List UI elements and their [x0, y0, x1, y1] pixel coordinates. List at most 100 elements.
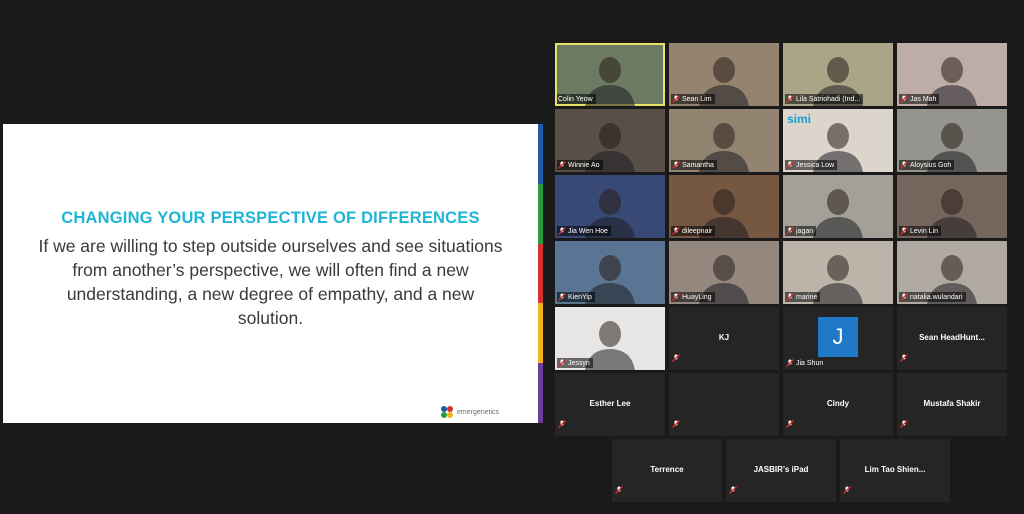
participant-tile[interactable]: Mustafa Shakir [897, 373, 1007, 436]
participant-name-tag: jagan [785, 226, 817, 236]
mic-muted-icon [558, 420, 566, 428]
muted-indicator [786, 415, 794, 433]
mic-muted-icon [558, 359, 566, 367]
mic-muted-icon [558, 227, 566, 235]
mic-muted-icon [900, 420, 908, 428]
participant-tile[interactable]: natalia.wulandari [897, 241, 1007, 304]
mic-muted-icon [672, 95, 680, 103]
mic-muted-icon [672, 161, 680, 169]
participant-tile[interactable]: marine [783, 241, 893, 304]
participant-tile[interactable]: JASBIR’s iPad [726, 439, 836, 502]
muted-indicator [843, 481, 851, 499]
participant-name: JASBIR’s iPad [753, 465, 809, 474]
participant-name-tag: HuayLing [671, 292, 715, 302]
participant-name-tag: Aloysius Goh [899, 160, 955, 170]
participant-name: Samantha [682, 161, 714, 169]
participant-name-tag: Winnie Ao [557, 160, 603, 170]
participant-tile[interactable]: dileepnair [669, 175, 779, 238]
participant-tile[interactable]: Esther Lee [555, 373, 665, 436]
participant-name-tag: Jia Wen Hoe [557, 226, 611, 236]
participant-tile[interactable]: KienYip [555, 241, 665, 304]
participant-name: Jessica Low [796, 161, 835, 169]
participant-tile[interactable]: KJ [669, 307, 779, 370]
participant-name-tag: Jia Shun [785, 358, 826, 368]
participant-name: Winnie Ao [568, 161, 600, 169]
participant-tile[interactable]: Sean HeadHunt... [897, 307, 1007, 370]
participant-name-tag: Levin Lin [899, 226, 942, 236]
participant-tile[interactable]: Lila Satriohadi (Ind... [783, 43, 893, 106]
participant-tile[interactable]: jagan [783, 175, 893, 238]
slide-heading: CHANGING YOUR PERSPECTIVE OF DIFFERENCES [61, 209, 480, 227]
mic-muted-icon [900, 95, 908, 103]
mic-muted-icon [672, 354, 680, 362]
participant-name: HuayLing [682, 293, 712, 301]
emergenetics-logo-icon [441, 406, 453, 418]
mic-muted-icon [843, 486, 851, 494]
muted-indicator [729, 481, 737, 499]
mic-muted-icon [900, 227, 908, 235]
participant-name: Jessyn [568, 359, 590, 367]
participant-tile[interactable]: Colin Yeow [555, 43, 665, 106]
participant-tile[interactable]: Jessyn [555, 307, 665, 370]
slide-color-stripe [538, 124, 543, 423]
participant-name: KienYip [568, 293, 592, 301]
participant-name: Mustafa Shakir [923, 399, 981, 408]
slide-logo: emergenetics [440, 405, 499, 419]
participant-name-tag: Colin Yeow [557, 94, 596, 104]
participant-tile[interactable]: Jia Wen Hoe [555, 175, 665, 238]
slide-stripe-segment [538, 124, 543, 184]
mic-muted-icon [672, 420, 680, 428]
muted-indicator [615, 481, 623, 499]
mic-muted-icon [672, 227, 680, 235]
participant-name-tag: KienYip [557, 292, 595, 302]
participant-tile[interactable]: Aloysius Goh [897, 109, 1007, 172]
participant-name-tag: marine [785, 292, 821, 302]
participant-tile[interactable]: Winnie Ao [555, 109, 665, 172]
participant-tile[interactable]: simi Jessica Low [783, 109, 893, 172]
slide-stripe-segment [538, 243, 543, 304]
slide-stripe-segment [538, 303, 543, 364]
participant-name: Aloysius Goh [910, 161, 952, 169]
participant-avatar: J [818, 317, 858, 357]
participant-name: marine [796, 293, 818, 301]
participant-name-tag: natalia.wulandari [899, 292, 966, 302]
mic-muted-icon [786, 95, 794, 103]
participant-name: Levin Lin [910, 227, 939, 235]
participant-tile[interactable]: Samantha [669, 109, 779, 172]
participant-name: dileepnair [682, 227, 713, 235]
mic-muted-icon [558, 293, 566, 301]
participant-tile[interactable] [669, 373, 779, 436]
participant-name-tag: Jessica Low [785, 160, 838, 170]
mic-muted-icon [900, 293, 908, 301]
participant-tile[interactable]: Lim Tao Shien... [840, 439, 950, 502]
participant-name: Terrence [650, 465, 684, 474]
participant-tile[interactable]: Cindy [783, 373, 893, 436]
participant-name-tag: dileepnair [671, 226, 716, 236]
participant-tile[interactable]: HuayLing [669, 241, 779, 304]
participant-name: KJ [718, 333, 730, 342]
mic-muted-icon [786, 161, 794, 169]
shared-screen-slide: CHANGING YOUR PERSPECTIVE OF DIFFERENCES… [3, 124, 543, 423]
participant-tile[interactable]: Sean Lim [669, 43, 779, 106]
participant-name: Lila Satriohadi (Ind... [796, 95, 861, 103]
muted-indicator [900, 415, 908, 433]
participant-tile[interactable]: J Jia Shun [783, 307, 893, 370]
mic-muted-icon [900, 161, 908, 169]
participant-name-tag: Jas Mah [899, 94, 940, 104]
participant-name: Jas Mah [910, 95, 937, 103]
muted-indicator [900, 349, 908, 367]
mic-muted-icon [615, 486, 623, 494]
muted-indicator [558, 415, 566, 433]
participant-tile[interactable]: Levin Lin [897, 175, 1007, 238]
participant-name: Sean HeadHunt... [919, 333, 985, 342]
participant-name: Lim Tao Shien... [864, 465, 926, 474]
participant-name: Esther Lee [589, 399, 631, 408]
slide-logo-text: emergenetics [457, 408, 500, 416]
slide-stripe-segment [538, 363, 543, 423]
mic-muted-icon [558, 161, 566, 169]
virtual-background-logo: simi [787, 112, 812, 126]
slide-stripe-segment [538, 183, 543, 244]
participant-tile[interactable]: Terrence [612, 439, 722, 502]
mic-muted-icon [786, 359, 794, 367]
participant-tile[interactable]: Jas Mah [897, 43, 1007, 106]
